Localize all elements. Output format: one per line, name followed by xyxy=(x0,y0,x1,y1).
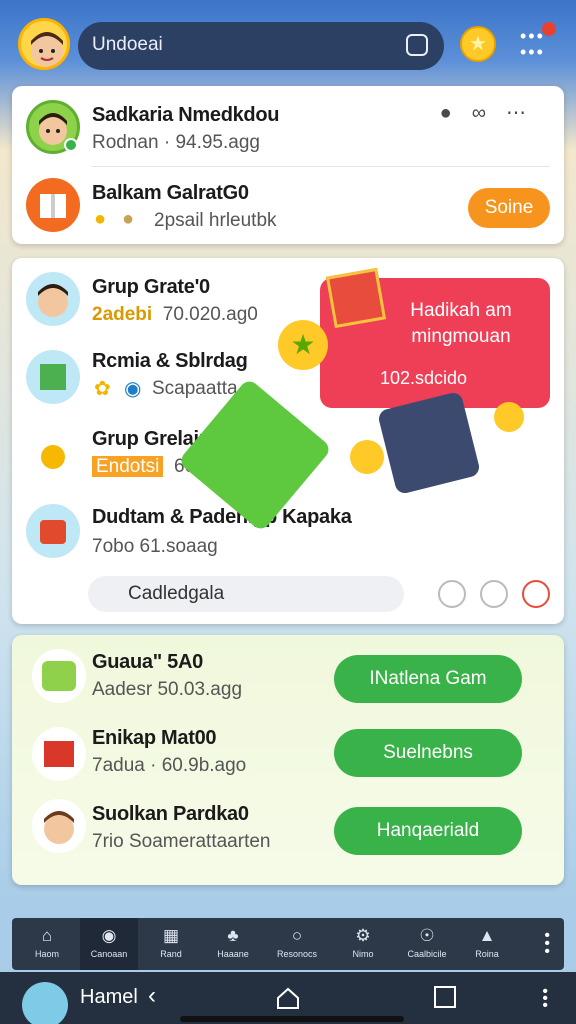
row-title: Sadkaria Nmedkdou xyxy=(92,104,280,126)
emoji-button[interactable] xyxy=(438,580,466,608)
heart-button[interactable] xyxy=(522,580,550,608)
more-icon[interactable]: • • • xyxy=(542,984,548,1014)
row-subtitle: 7adua · 60.9b.ago xyxy=(92,755,247,776)
games-card: Guaua" 5A0 Aadesr 50.03.agg INatlena Gam… xyxy=(12,635,564,885)
gift-title: Hadikah am mingmouan xyxy=(410,300,512,347)
gift-icon xyxy=(325,267,387,329)
cube-icon xyxy=(26,350,80,404)
row-title: Dudtam & Padenipp Kapaka xyxy=(92,506,352,528)
row-subtitle: Aadesr 50.03.agg xyxy=(92,679,243,700)
row-subtitle: Scapaatta xyxy=(152,378,238,399)
row-subtitle: Rodnan · 94.95.agg xyxy=(92,132,260,153)
action-button[interactable]: Soine xyxy=(468,188,550,228)
menu-grid-icon[interactable]: ••• ••• xyxy=(520,22,556,62)
tab-label: Haaane xyxy=(217,949,249,959)
user-avatar[interactable] xyxy=(22,982,68,1024)
chat-icon: ○ xyxy=(291,926,303,945)
tab-store[interactable]: ▦ Rand xyxy=(142,918,200,970)
user-avatar[interactable] xyxy=(26,272,80,326)
tab-label: Canoaan xyxy=(90,949,128,959)
tab-trophy[interactable]: ☉ Caalbicile xyxy=(398,918,456,970)
attach-button[interactable] xyxy=(480,580,508,608)
eye-icon: ◉ xyxy=(124,378,142,400)
row-title: Grup Grate'0 xyxy=(92,276,210,298)
tab-label: Nimo xyxy=(352,949,374,959)
more-icon[interactable]: • • • xyxy=(544,928,550,960)
recents-icon[interactable] xyxy=(434,986,456,1008)
tab-tree[interactable]: ♣ Haaane xyxy=(204,918,262,970)
home-icon: ⌂ xyxy=(41,926,53,945)
trophy-icon: ☉ xyxy=(419,926,435,945)
tab-globe[interactable]: ◉ Canoaan xyxy=(80,918,138,970)
boy-face-icon xyxy=(31,32,63,67)
chest-icon xyxy=(32,727,86,781)
coin-icon xyxy=(350,440,384,474)
coin-icon: ● xyxy=(122,208,135,230)
flower-icon xyxy=(26,430,80,484)
message-input[interactable]: Cadledgala xyxy=(88,576,404,612)
puzzle-icon: ✿ xyxy=(94,378,111,400)
header-actions: ●∞⋯ xyxy=(440,100,546,125)
bell-icon: ▲ xyxy=(478,926,496,945)
search-input[interactable]: Undoeai xyxy=(78,22,444,70)
globe-icon: ◉ xyxy=(101,926,117,945)
notification-dot xyxy=(542,22,556,36)
more-icon[interactable]: ⋯ xyxy=(506,102,546,124)
row-title: Rcmia & Sblrdag xyxy=(92,350,248,372)
gear-icon: ⚙ xyxy=(355,926,371,945)
link-icon[interactable]: ∞ xyxy=(472,102,506,124)
gift-box-icon xyxy=(26,178,80,232)
tab-label: Resonocs xyxy=(276,949,318,959)
top-bar: Undoeai ★ ••• ••• xyxy=(0,0,576,84)
action-button[interactable]: Suelnebns xyxy=(334,729,522,777)
divider xyxy=(92,166,550,167)
tree-icon: ♣ xyxy=(227,926,239,945)
pin-icon[interactable]: ● xyxy=(440,102,472,124)
row-subtitle-left: 2adebi xyxy=(92,304,153,325)
search-value: Undoeai xyxy=(92,34,163,55)
row-title: Suolkan Pardka0 xyxy=(92,803,249,825)
user-avatar[interactable] xyxy=(32,799,86,853)
nav-label: Hamel xyxy=(80,986,138,1008)
user-avatar[interactable] xyxy=(18,18,70,70)
play-button[interactable]: INatlena Gam xyxy=(334,655,522,703)
online-badge xyxy=(64,138,78,152)
green-box-icon xyxy=(32,649,86,703)
coin-icon xyxy=(494,402,524,432)
star-coin-icon[interactable]: ★ xyxy=(460,26,496,62)
tab-label: Haom xyxy=(34,949,59,959)
tab-label: Rand xyxy=(160,949,182,959)
bottom-tab-bar: ⌂ Haom ◉ Canoaan ▦ Rand ♣ Haaane ○ Resonocs ⚙… xyxy=(12,918,564,970)
back-icon[interactable]: ‹ xyxy=(148,982,156,1010)
action-button[interactable]: Hanqaeriald xyxy=(334,807,522,855)
message-value: Cadledgala xyxy=(128,583,225,604)
row-title: Guaua" 5A0 xyxy=(92,651,203,673)
row-subtitle: 7obo 61.soaag xyxy=(92,536,218,557)
star-coin-icon: ★ xyxy=(278,320,328,370)
scan-icon[interactable] xyxy=(406,34,428,56)
tab-chat[interactable]: ○ Resonocs xyxy=(268,918,326,970)
row-title: Balkam GalratG0 xyxy=(92,182,249,204)
home-indicator xyxy=(180,1016,404,1022)
tab-label: Caalbicile xyxy=(407,949,447,959)
gift-value: 102.sdcido xyxy=(380,368,468,388)
tab-settings[interactable]: ⚙ Nimo xyxy=(334,918,392,970)
row-title: Enikap Mat00 xyxy=(92,727,217,749)
row-subtitle: 2psail hrleutbk xyxy=(154,210,277,231)
row-tag: Endotsi xyxy=(92,456,164,477)
row-subtitle: 7rio Soamerattaarten xyxy=(92,831,271,852)
tab-home[interactable]: ⌂ Haom xyxy=(18,918,76,970)
backpack-icon xyxy=(26,504,80,558)
coin-icon: ● xyxy=(94,208,107,230)
home-icon[interactable] xyxy=(276,986,300,1010)
store-icon: ▦ xyxy=(162,926,180,945)
tab-bell[interactable]: ▲ Roina xyxy=(458,918,516,970)
tab-label: Roina xyxy=(475,949,499,959)
profile-card: Sadkaria Nmedkdou Rodnan · 94.95.agg ●∞⋯… xyxy=(12,86,564,244)
row-subtitle-right: 70.020.ag0 xyxy=(162,304,258,325)
